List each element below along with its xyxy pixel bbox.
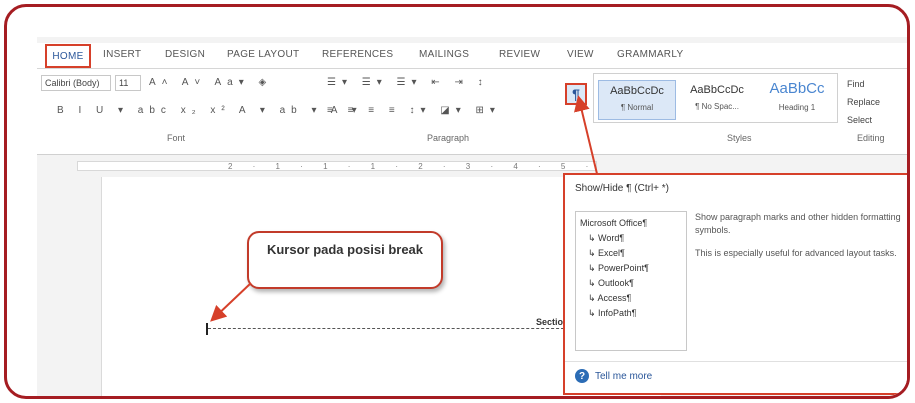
editing-group-label: Editing bbox=[857, 133, 885, 143]
preview-item: ↳ Outlook¶ bbox=[588, 278, 634, 288]
tooltip-description: Show paragraph marks and other hidden fo… bbox=[695, 211, 905, 270]
style-normal[interactable]: AaBbCcDc ¶ Normal bbox=[598, 80, 676, 120]
show-hide-tooltip: Show/Hide ¶ (Ctrl+ *) Microsoft Office¶ … bbox=[563, 173, 907, 395]
styles-group-label: Styles bbox=[727, 133, 752, 143]
ruler[interactable]: 2 · 1 · 1 · 1 · 2 · 3 · 4 · 5 · 6 · 7 · … bbox=[77, 161, 597, 171]
paragraph-tools-row2[interactable]: ≡ ≡ ≡ ≡ ↕▾ ◪▾ ⊞▾ bbox=[327, 105, 501, 116]
preview-item: ↳ Access¶ bbox=[588, 293, 632, 303]
tab-references[interactable]: REFERENCES bbox=[322, 49, 393, 60]
section-break-line bbox=[208, 319, 574, 329]
select-button[interactable]: Select bbox=[847, 111, 880, 129]
preview-item: ↳ InfoPath¶ bbox=[588, 308, 637, 318]
font-name-box[interactable]: Calibri (Body) bbox=[41, 75, 111, 91]
style-name: ¶ Normal bbox=[620, 103, 654, 112]
tell-me-more-label: Tell me more bbox=[595, 370, 653, 382]
style-sample: AaBbCc bbox=[769, 80, 825, 97]
tab-view[interactable]: VIEW bbox=[567, 49, 594, 60]
editing-group: Find Replace Select bbox=[847, 75, 880, 129]
tooltip-divider bbox=[565, 361, 907, 362]
tab-page-layout[interactable]: PAGE LAYOUT bbox=[227, 49, 299, 60]
style-sample: AaBbCcDc bbox=[610, 85, 664, 97]
find-button[interactable]: Find bbox=[847, 75, 880, 93]
tooltip-preview: Microsoft Office¶ ↳ Word¶ ↳ Excel¶ ↳ Pow… bbox=[575, 211, 687, 351]
callout-box: Kursor pada posisi break bbox=[247, 231, 443, 289]
font-size-box[interactable]: 11 bbox=[115, 75, 141, 91]
style-no-spacing[interactable]: AaBbCcDc ¶ No Spac... bbox=[678, 80, 756, 120]
font-tools-row1[interactable]: A˄ A˅ Aa▾ ◈ bbox=[149, 77, 272, 88]
preview-root: Microsoft Office¶ bbox=[580, 218, 648, 228]
tooltip-desc-2: This is especially useful for advanced l… bbox=[695, 248, 897, 258]
preview-item: ↳ Word¶ bbox=[588, 233, 625, 243]
ribbon-tab-bar: HOME INSERT DESIGN PAGE LAYOUT REFERENCE… bbox=[37, 43, 907, 69]
paragraph-group-label: Paragraph bbox=[427, 133, 470, 143]
paragraph-tools-row1[interactable]: ☰▾ ☰▾ ☰▾ ⇤ ⇥ ↕ bbox=[327, 77, 489, 88]
tab-design[interactable]: DESIGN bbox=[165, 49, 205, 60]
replace-button[interactable]: Replace bbox=[847, 93, 880, 111]
tab-home[interactable]: HOME bbox=[45, 44, 91, 68]
tell-me-more-link[interactable]: ? Tell me more bbox=[575, 369, 652, 383]
text-cursor bbox=[206, 323, 208, 335]
style-name: ¶ No Spac... bbox=[695, 102, 739, 111]
help-icon: ? bbox=[575, 369, 589, 383]
preview-item: ↳ Excel¶ bbox=[588, 248, 625, 258]
style-heading-1[interactable]: AaBbCc Heading 1 bbox=[758, 80, 836, 120]
tab-grammarly[interactable]: GRAMMARLY bbox=[617, 49, 683, 60]
tab-mailings[interactable]: MAILINGS bbox=[419, 49, 469, 60]
show-hide-button[interactable]: ¶ bbox=[565, 83, 587, 105]
font-group-label: Font bbox=[167, 133, 186, 143]
ribbon: Calibri (Body) 11 A˄ A˅ Aa▾ ◈ B I U ▾ ab… bbox=[37, 69, 907, 155]
tab-review[interactable]: REVIEW bbox=[499, 49, 540, 60]
style-sample: AaBbCcDc bbox=[690, 84, 744, 96]
tooltip-title: Show/Hide ¶ (Ctrl+ *) bbox=[575, 183, 670, 194]
tab-insert[interactable]: INSERT bbox=[103, 49, 141, 60]
font-tools-row2[interactable]: B I U ▾ abc x₂ x² A ▾ ab ▾ A ▾ bbox=[57, 105, 363, 116]
preview-item: ↳ PowerPoint¶ bbox=[588, 263, 649, 273]
style-name: Heading 1 bbox=[778, 103, 816, 112]
outer-frame: HOME INSERT DESIGN PAGE LAYOUT REFERENCE… bbox=[4, 4, 910, 399]
styles-gallery: AaBbCcDc ¶ Normal AaBbCcDc ¶ No Spac... … bbox=[593, 73, 838, 123]
tooltip-desc-1: Show paragraph marks and other hidden fo… bbox=[695, 212, 901, 235]
